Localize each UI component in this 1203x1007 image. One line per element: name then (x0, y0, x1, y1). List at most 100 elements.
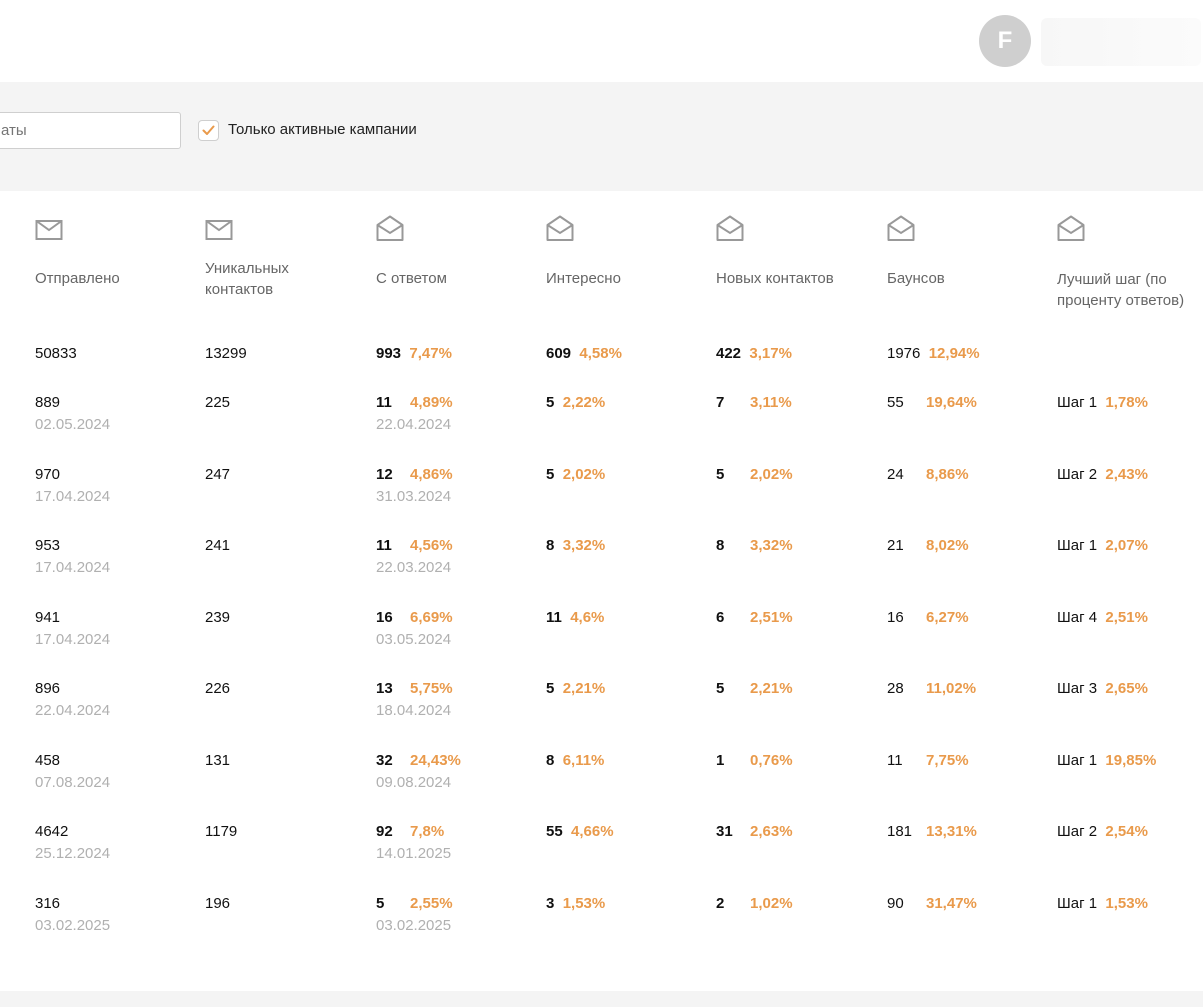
column-header-replied[interactable]: С ответом (376, 215, 536, 289)
column-header-sent[interactable]: Отправлено (35, 215, 195, 289)
replied-date: 03.02.2025 (376, 916, 452, 934)
table-row[interactable]: 970 17.04.2024 247 12 4,86% 31.03.2024 5 2,02%… (0, 465, 1203, 525)
envelope-open-icon (546, 215, 574, 241)
column-label: Интересно (546, 270, 621, 287)
new-contacts-cell: 5 2,21% (716, 680, 793, 697)
column-header-best-step[interactable]: Лучший шаг (по проценту ответов) (1057, 215, 1203, 311)
total-sent: 50833 (35, 345, 77, 362)
envelope-open-icon (887, 215, 915, 241)
unique-cell: 1179 (205, 823, 238, 840)
interested-cell: 5 2,22% (546, 394, 606, 411)
bottom-strip (0, 991, 1203, 1007)
bounces-cell: 28 11,02% (887, 680, 977, 697)
table-row[interactable]: 4642 25.12.2024 1179 92 7,8% 14.01.2025 55 4,6… (0, 822, 1203, 882)
replied-date: 31.03.2024 (376, 487, 452, 505)
sent-date: 17.04.2024 (35, 630, 111, 648)
column-header-bounces[interactable]: Баунсов (887, 215, 1047, 289)
replied-date: 03.05.2024 (376, 630, 452, 648)
sent-date: 07.08.2024 (35, 773, 111, 791)
user-info[interactable] (1041, 18, 1201, 66)
new-contacts-cell: 31 2,63% (716, 823, 793, 840)
replied-cell: 16 6,69% 03.05.2024 (376, 608, 453, 648)
only-active-label[interactable]: Только активные кампании (228, 121, 417, 138)
best-step-cell: Шаг 1 1,53% (1057, 894, 1148, 912)
bounces-cell: 21 8,02% (887, 537, 969, 554)
best-step-cell: Шаг 1 19,85% (1057, 751, 1157, 769)
sent-cell: 970 17.04.2024 (35, 465, 111, 505)
sent-date: 25.12.2024 (35, 845, 111, 862)
best-step-cell: Шаг 2 2,54% (1057, 823, 1148, 840)
column-header-new-contacts[interactable]: Новых контактов (716, 215, 876, 289)
bounces-cell: 16 6,27% (887, 608, 969, 626)
replied-cell: 92 7,8% 14.01.2025 (376, 823, 452, 862)
bounces-cell: 24 8,86% (887, 465, 969, 483)
unique-cell: 239 (205, 608, 231, 626)
envelope-closed-icon (205, 220, 233, 240)
unique-cell: 226 (205, 680, 231, 697)
date-range-input[interactable] (0, 112, 181, 149)
new-contacts-cell: 8 3,32% (716, 537, 793, 554)
table-row[interactable]: 896 22.04.2024 226 13 5,75% 18.04.2024 5 2,21%… (0, 679, 1203, 739)
best-step-cell: Шаг 4 2,51% (1057, 608, 1148, 626)
replied-date: 22.03.2024 (376, 559, 452, 576)
interested-cell: 5 2,21% (546, 680, 606, 697)
bounces-cell: 90 31,47% (887, 894, 977, 912)
interested-cell: 3 1,53% (546, 894, 606, 912)
bounces-cell: 11 7,75% (887, 751, 969, 769)
interested-cell: 5 2,02% (546, 465, 606, 483)
replied-date: 09.08.2024 (376, 773, 452, 791)
only-active-checkbox[interactable] (198, 120, 219, 141)
column-label: Новых контактов (716, 270, 834, 287)
envelope-closed-icon (35, 220, 63, 240)
new-contacts-cell: 6 2,51% (716, 608, 793, 626)
new-contacts-cell: 2 1,02% (716, 894, 793, 912)
new-contacts-cell: 7 3,11% (716, 394, 792, 411)
envelope-open-icon (1057, 215, 1085, 241)
sent-cell: 4642 25.12.2024 (35, 823, 111, 862)
sent-cell: 941 17.04.2024 (35, 608, 111, 648)
column-label: Лучший шаг (по проценту ответов) (1057, 271, 1185, 309)
bounces-cell: 55 19,64% (887, 394, 977, 411)
total-replied: 993 7,47% (376, 345, 452, 362)
replied-cell: 13 5,75% 18.04.2024 (376, 680, 453, 719)
total-unique: 13299 (205, 345, 247, 362)
replied-cell: 11 4,89% 22.04.2024 (376, 394, 453, 433)
table-row[interactable]: 316 03.02.2025 196 5 2,55% 03.02.2025 3 1,53% 2… (0, 894, 1203, 954)
best-step-cell: Шаг 1 1,78% (1057, 394, 1148, 411)
best-step-cell: Шаг 3 2,65% (1057, 680, 1148, 697)
interested-cell: 8 3,32% (546, 537, 606, 554)
replied-date: 22.04.2024 (376, 416, 452, 433)
total-bounces: 1976 12,94% (887, 345, 980, 362)
interested-cell: 11 4,6% (546, 608, 605, 626)
sent-cell: 458 07.08.2024 (35, 751, 111, 791)
sent-cell: 889 02.05.2024 (35, 394, 111, 433)
column-header-interested[interactable]: Интересно (546, 215, 706, 289)
column-label: Уникальных контактов (205, 260, 289, 298)
replied-cell: 12 4,86% 31.03.2024 (376, 465, 453, 505)
replied-date: 14.01.2025 (376, 845, 452, 862)
sent-date: 02.05.2024 (35, 416, 111, 433)
table-row[interactable]: 941 17.04.2024 239 16 6,69% 03.05.2024 11 4,6%… (0, 608, 1203, 668)
avatar[interactable]: F (979, 15, 1031, 67)
bounces-cell: 181 13,31% (887, 823, 977, 840)
unique-cell: 196 (205, 894, 231, 912)
replied-date: 18.04.2024 (376, 702, 452, 719)
sent-date: 17.04.2024 (35, 559, 111, 576)
new-contacts-cell: 1 0,76% (716, 751, 793, 769)
total-interested: 609 4,58% (546, 345, 622, 362)
top-bar: F (0, 0, 1203, 82)
table-row[interactable]: 889 02.05.2024 225 11 4,89% 22.04.2024 5 2,22%… (0, 393, 1203, 453)
envelope-open-icon (716, 215, 744, 241)
column-label: С ответом (376, 270, 447, 287)
table-row[interactable]: 458 07.08.2024 131 32 24,43% 09.08.2024 8 6,11… (0, 751, 1203, 811)
interested-cell: 8 6,11% (546, 751, 605, 769)
envelope-open-icon (376, 215, 404, 241)
sent-date: 22.04.2024 (35, 702, 111, 719)
table-row[interactable]: 953 17.04.2024 241 11 4,56% 22.03.2024 8 3,32%… (0, 536, 1203, 596)
column-header-unique[interactable]: Уникальных контактов (205, 215, 365, 300)
stats-table: Отправлено Уникальных контактов С ответо… (0, 191, 1203, 991)
column-label: Отправлено (35, 270, 120, 287)
best-step-cell: Шаг 1 2,07% (1057, 537, 1148, 554)
filter-bar: Только активные кампании (0, 82, 1203, 191)
interested-cell: 55 4,66% (546, 823, 614, 840)
